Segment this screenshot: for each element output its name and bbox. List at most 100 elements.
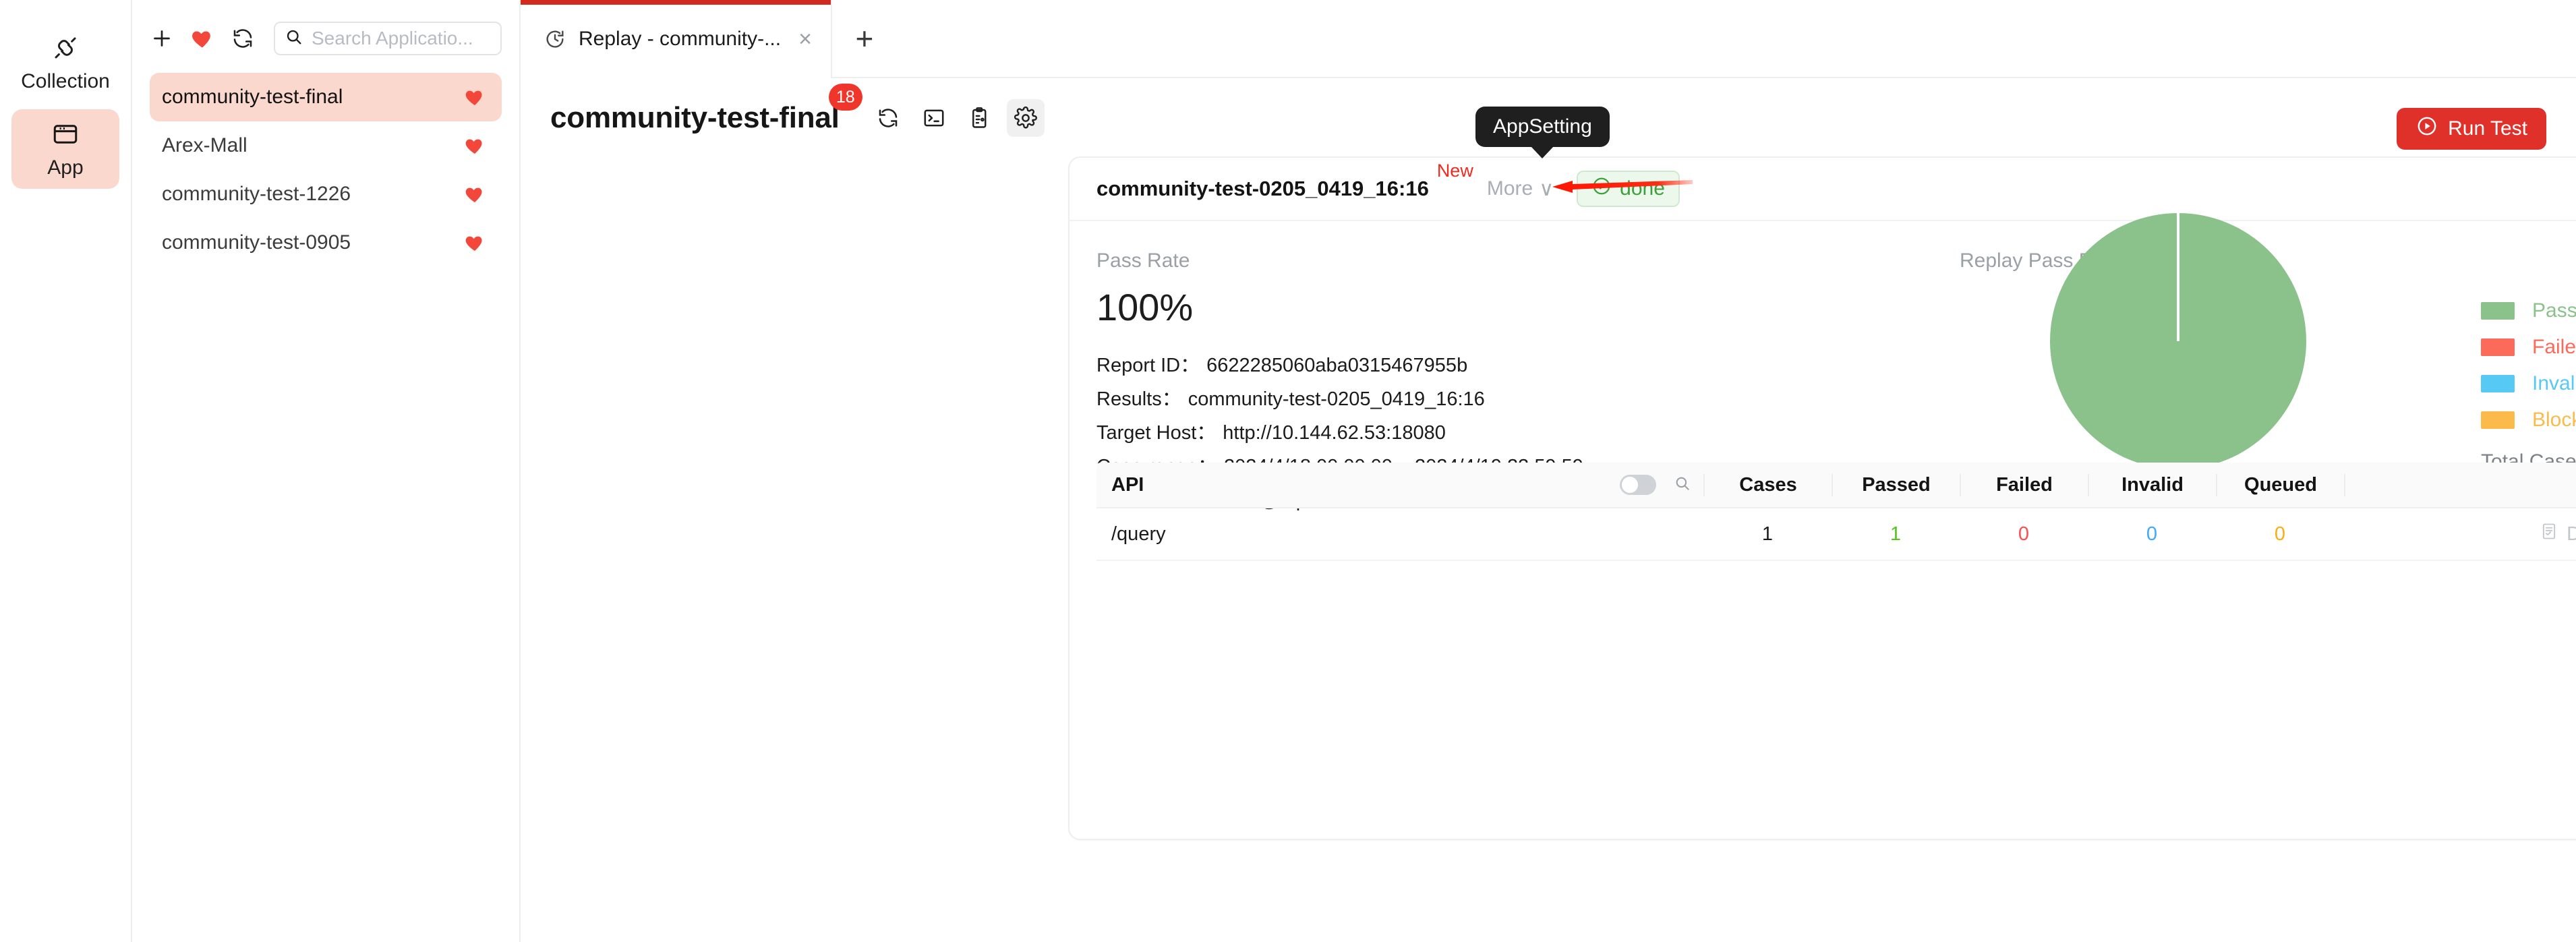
check-circle-icon bbox=[1591, 176, 1612, 202]
cell-invalid: 0 bbox=[2088, 523, 2216, 546]
replay-pass-rate-pie-chart bbox=[2050, 213, 2306, 473]
table-row: /query 1 1 0 0 0 bbox=[1096, 508, 2576, 561]
cell-value: 0 bbox=[2146, 523, 2158, 545]
detail-value: community-test-0205_0419_16:16 bbox=[1188, 388, 1485, 410]
heart-icon[interactable] bbox=[464, 86, 486, 108]
main-area: Replay - community-... × + community-tes… bbox=[521, 0, 2576, 942]
refresh-icon[interactable] bbox=[231, 26, 255, 51]
column-header-queued: Queued bbox=[2216, 473, 2344, 496]
heart-icon[interactable] bbox=[464, 183, 486, 205]
tab-label: Replay - community-... bbox=[579, 28, 782, 50]
report-title-text: community-test-0205_0419_16:16 bbox=[1096, 177, 1429, 200]
report-summary: Pass Rate 100% Report ID： 6622285060aba03… bbox=[1070, 213, 2576, 510]
cell-api: /query bbox=[1096, 523, 1703, 546]
left-rail: Collection App bbox=[0, 0, 132, 942]
legend-swatch bbox=[2481, 375, 2515, 392]
cell-api-text: /query bbox=[1111, 523, 1166, 545]
filter-toggle[interactable] bbox=[1620, 475, 1656, 495]
detail-report-id: Report ID： 6622285060aba0315467955b bbox=[1096, 356, 1583, 376]
terminal-icon[interactable] bbox=[915, 99, 953, 137]
report-title[interactable]: community-test-0205_0419_16:16 New bbox=[1096, 162, 1473, 201]
cell-action: DiffScenes ReplayCase bbox=[2344, 522, 2576, 546]
app-header: community-test-final 18 AppSetting Run T… bbox=[521, 78, 2576, 193]
table-header-row: API Cases Passed Failed Invalid Queued bbox=[1096, 463, 2576, 508]
column-header-cases: Cases bbox=[1703, 473, 1832, 496]
search-icon[interactable] bbox=[1674, 475, 1691, 496]
legend-swatch bbox=[2481, 411, 2515, 429]
cell-value: 1 bbox=[1761, 523, 1774, 545]
cell-passed: 1 bbox=[1832, 523, 1960, 546]
legend-item-failed: Failed: 0 bbox=[2481, 333, 2576, 361]
report-card-header: community-test-0205_0419_16:16 New More … bbox=[1070, 158, 2576, 221]
row-actions: DiffScenes ReplayCase bbox=[2344, 522, 2576, 546]
list-item[interactable]: community-test-1226 bbox=[150, 170, 502, 218]
applist-toolbar bbox=[150, 22, 502, 55]
legend-swatch bbox=[2481, 302, 2515, 320]
detail-value: 6622285060aba0315467955b bbox=[1206, 355, 1468, 376]
page-title-text: community-test-final bbox=[550, 101, 840, 134]
status-text: done bbox=[1620, 177, 1665, 200]
plus-icon[interactable] bbox=[150, 26, 174, 51]
rail-item-label: Collection bbox=[21, 70, 110, 92]
play-icon bbox=[2416, 115, 2438, 143]
close-icon[interactable]: × bbox=[798, 28, 812, 51]
search-application-box[interactable] bbox=[274, 22, 502, 55]
report-card: community-test-0205_0419_16:16 New More … bbox=[1068, 156, 2576, 840]
rail-item-app[interactable]: App bbox=[11, 109, 119, 189]
detail-key: Results： bbox=[1096, 388, 1181, 410]
app-header-icons bbox=[869, 99, 1045, 137]
refresh-icon[interactable] bbox=[869, 99, 907, 137]
list-item-label: Arex-Mall bbox=[162, 134, 247, 156]
api-filter-tools bbox=[1620, 475, 1703, 496]
column-label: Invalid bbox=[2121, 473, 2184, 496]
chevron-down-icon: ∨ bbox=[1539, 177, 1554, 200]
legend-item-passed: Passed: 1 bbox=[2481, 297, 2576, 325]
rail-item-label: App bbox=[47, 156, 84, 179]
list-item-label: community-test-0905 bbox=[162, 231, 351, 254]
column-header-failed: Failed bbox=[1960, 473, 2088, 496]
column-header-api: API bbox=[1096, 474, 1703, 496]
pass-rate-label: Pass Rate bbox=[1096, 249, 1190, 272]
clipboard-icon[interactable] bbox=[961, 99, 999, 137]
list-item[interactable]: Arex-Mall bbox=[150, 121, 502, 170]
column-header-action: Action bbox=[2344, 473, 2576, 496]
app-root: Collection App Search Applicatio... comm… bbox=[0, 0, 2576, 942]
column-label: Cases bbox=[1739, 473, 1797, 496]
legend-swatch bbox=[2481, 338, 2515, 356]
application-rows: community-test-final Arex-Mall community… bbox=[150, 73, 502, 267]
detail-key: Target Host： bbox=[1096, 422, 1217, 444]
list-item-label: community-test-final bbox=[162, 86, 343, 108]
list-item-label: community-test-1226 bbox=[162, 183, 351, 205]
column-label: Passed bbox=[1862, 473, 1931, 496]
column-header-invalid: Invalid bbox=[2088, 473, 2216, 496]
page-title: community-test-final 18 bbox=[550, 84, 862, 135]
run-test-label: Run Test bbox=[2448, 117, 2527, 140]
chart-legend: Passed: 1 Failed: 0 Invalid: 0 Blocked: … bbox=[2481, 297, 2576, 472]
tab-replay[interactable]: Replay - community-... × bbox=[521, 0, 832, 78]
diff-icon bbox=[2540, 522, 2558, 546]
list-item[interactable]: community-test-final bbox=[150, 73, 502, 121]
legend-label: Failed: 0 bbox=[2532, 336, 2576, 358]
cell-cases: 1 bbox=[1703, 523, 1832, 546]
cell-queued: 0 bbox=[2216, 523, 2344, 546]
diff-scenes-label: DiffScenes bbox=[2567, 523, 2576, 546]
detail-target-host: Target Host： http://10.144.62.53:18080 bbox=[1096, 423, 1583, 443]
list-item[interactable]: community-test-0905 bbox=[150, 218, 502, 267]
gear-icon[interactable] bbox=[1006, 99, 1045, 137]
rail-item-collection[interactable]: Collection bbox=[11, 23, 119, 102]
tooltip-appsetting: AppSetting bbox=[1475, 107, 1610, 147]
run-test-button[interactable]: Run Test bbox=[2397, 108, 2546, 150]
search-input[interactable] bbox=[312, 28, 491, 49]
more-button[interactable]: More ∨ bbox=[1487, 177, 1554, 201]
pass-rate-value: 100% bbox=[1096, 286, 1194, 328]
heart-icon[interactable] bbox=[190, 26, 214, 51]
heart-icon[interactable] bbox=[464, 135, 486, 156]
heart-icon[interactable] bbox=[464, 232, 486, 254]
column-label: API bbox=[1111, 473, 1144, 496]
window-icon bbox=[51, 120, 80, 148]
legend-label: Invalid: 0 bbox=[2532, 372, 2576, 394]
add-tab-button[interactable]: + bbox=[832, 0, 897, 77]
history-icon bbox=[544, 28, 566, 51]
cell-value: 1 bbox=[1890, 523, 1902, 545]
detail-results: Results： community-test-0205_0419_16:16 bbox=[1096, 390, 1583, 409]
